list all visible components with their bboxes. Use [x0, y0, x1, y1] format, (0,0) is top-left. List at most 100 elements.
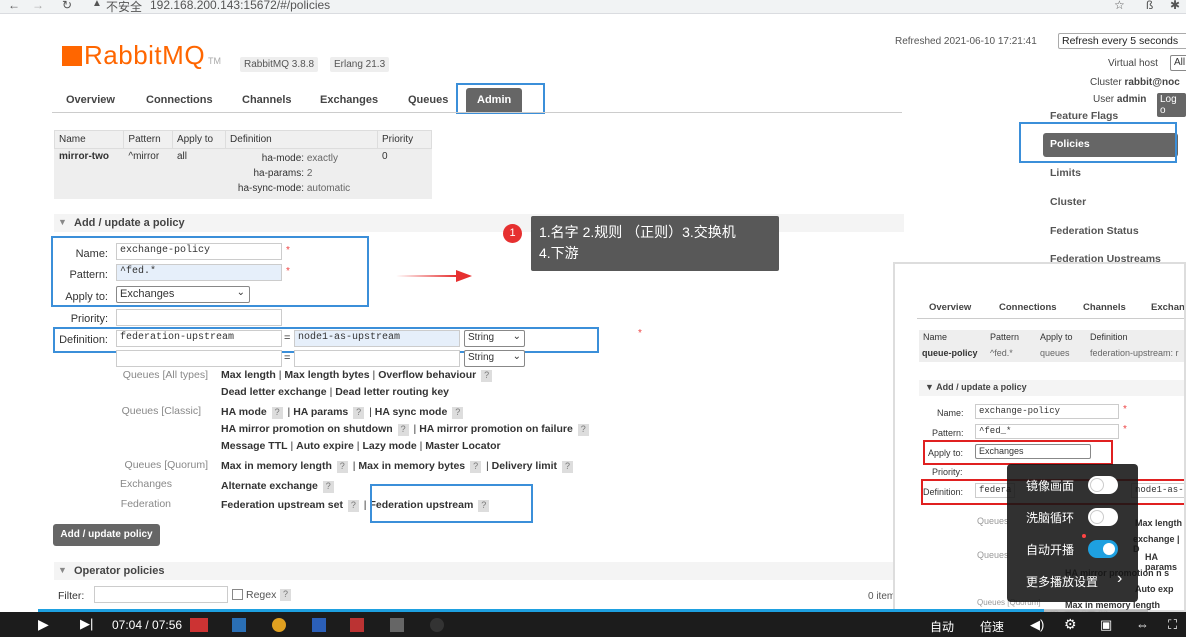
key-federation-upstream-set[interactable]: Federation upstream set [221, 499, 343, 511]
policies-table: Name Pattern Apply to Definition Priorit… [53, 130, 432, 199]
key-ha-promotion-shutdown[interactable]: HA mirror promotion on shutdown [221, 423, 393, 435]
toggle-autoplay[interactable] [1088, 540, 1118, 558]
key-ha-mode[interactable]: HA mode [221, 406, 267, 418]
toggle-loop[interactable] [1088, 508, 1118, 526]
sidebar-item-federation-status[interactable]: Federation Status [1050, 225, 1139, 237]
keys-classic-2: HA mirror promotion on shutdown ? | HA m… [221, 423, 591, 436]
priority-input[interactable] [116, 309, 282, 326]
key-max-length-bytes[interactable]: Max length bytes [284, 369, 369, 381]
reload-icon[interactable]: ↻ [62, 0, 72, 12]
forward-icon[interactable]: → [32, 0, 44, 12]
help-icon[interactable]: ? [397, 424, 409, 436]
taskbar-app-icon [232, 618, 246, 632]
key-lazy-mode[interactable]: Lazy mode [362, 440, 416, 452]
tab-connections[interactable]: Connections [146, 94, 213, 106]
url-field[interactable]: 192.168.200.143:15672/#/policies [150, 0, 330, 12]
key-ha-sync-mode[interactable]: HA sync mode [375, 406, 448, 418]
policy-name-cell[interactable]: mirror-two [53, 148, 125, 199]
menu-item-more[interactable]: 更多播放设置 [1026, 573, 1098, 590]
key-overflow-behaviour[interactable]: Overflow behaviour [378, 369, 476, 381]
help-icon[interactable]: ? [561, 461, 573, 473]
help-icon[interactable]: ? [280, 589, 291, 601]
extension-icon[interactable]: ß [1146, 0, 1153, 12]
col-definition: Definition [225, 130, 378, 149]
definition-type-select-2[interactable]: String ⌄ [464, 350, 525, 367]
taskbar-app-icon [390, 618, 404, 632]
sidebar-item-feature-flags[interactable]: Feature Flags [1050, 110, 1118, 122]
tab-queues[interactable]: Queues [408, 94, 448, 106]
help-icon[interactable]: ? [322, 481, 334, 493]
fullscreen-icon[interactable]: ⛶ [1168, 617, 1177, 633]
definition-key-input-2[interactable] [116, 350, 282, 367]
toggle-mirror[interactable] [1088, 476, 1118, 494]
pip-icon[interactable]: ▣ [1100, 617, 1112, 633]
priority-label: Priority: [70, 313, 108, 325]
sidebar-item-limits[interactable]: Limits [1050, 167, 1081, 179]
refreshed-label: Refreshed 2021-06-10 17:21:41 [895, 36, 1037, 47]
key-message-ttl[interactable]: Message TTL [221, 440, 288, 452]
help-icon[interactable]: ? [353, 407, 365, 419]
key-master-locator[interactable]: Master Locator [425, 440, 500, 452]
refresh-select[interactable]: Refresh every 5 seconds [1058, 33, 1186, 49]
help-icon[interactable]: ? [577, 424, 589, 436]
key-delivery-limit[interactable]: Delivery limit [492, 460, 557, 472]
definition-value-input-2[interactable] [294, 350, 460, 367]
filter-input[interactable] [94, 586, 228, 603]
key-ha-params[interactable]: HA params [293, 406, 348, 418]
menu-item-mirror: 镜像画面 [1026, 479, 1075, 493]
key-max-in-memory-bytes[interactable]: Max in memory bytes [358, 460, 465, 472]
help-icon[interactable]: ? [271, 407, 283, 419]
key-alternate-exchange[interactable]: Alternate exchange [221, 480, 318, 492]
policy-definition-cell: ha-mode: exactly ha-params: 2 ha-sync-mo… [225, 148, 378, 199]
puzzle-icon[interactable]: ✱ [1170, 0, 1180, 12]
key-dead-letter-exchange[interactable]: Dead letter exchange [221, 386, 327, 398]
widescreen-icon[interactable]: ⇔ [1136, 617, 1149, 632]
table-row[interactable]: mirror-two ^mirror all ha-mode: exactly … [53, 148, 432, 199]
auto-quality-button[interactable]: 自动 [930, 618, 954, 635]
key-auto-expire[interactable]: Auto expire [296, 440, 354, 452]
play-icon[interactable]: ▶ [38, 616, 49, 633]
tab-exchanges[interactable]: Exchanges [320, 94, 378, 106]
key-max-in-memory-length[interactable]: Max in memory length [221, 460, 332, 472]
tab-overview[interactable]: Overview [66, 94, 115, 106]
key-dead-letter-routing-key[interactable]: Dead letter routing key [335, 386, 449, 398]
key-ha-promotion-failure[interactable]: HA mirror promotion on failure [419, 423, 573, 435]
regex-checkbox[interactable] [232, 589, 243, 600]
star-icon[interactable]: ☆ [1114, 0, 1125, 12]
user-label: User admin [1093, 94, 1147, 105]
help-icon[interactable]: ? [481, 370, 493, 382]
chevron-right-icon: › [1117, 570, 1123, 587]
policy-pattern-cell: ^mirror [123, 148, 173, 199]
item-count: 0 item [868, 591, 896, 602]
speed-button[interactable]: 倍速 [980, 618, 1004, 635]
key-max-length[interactable]: Max length [221, 369, 276, 381]
overlay-tab-exchanges: Exchan [1151, 302, 1185, 313]
menu-item-autoplay: 自动开播 [1026, 543, 1075, 557]
next-icon[interactable]: ▶| [80, 616, 93, 632]
settings-icon[interactable]: ⚙ [1064, 616, 1077, 633]
help-icon[interactable]: ? [336, 461, 348, 473]
insecure-label: 不安全 [106, 0, 143, 14]
help-icon[interactable]: ? [470, 461, 482, 473]
add-update-policy-button[interactable]: Add / update policy [53, 524, 160, 546]
rabbit-icon [62, 46, 82, 66]
logout-button[interactable]: Log o [1157, 93, 1186, 117]
col-priority: Priority [377, 130, 432, 149]
back-icon[interactable]: ← [8, 0, 20, 12]
sidebar-item-cluster[interactable]: Cluster [1050, 196, 1086, 208]
tab-channels[interactable]: Channels [242, 94, 292, 106]
chevron-down-icon: ⌄ [512, 351, 521, 362]
policy-apply-cell: all [171, 148, 227, 199]
help-icon[interactable]: ? [347, 500, 359, 512]
qq-icon [430, 618, 444, 632]
red-arrow-icon [396, 270, 472, 282]
volume-icon[interactable]: ◀) [1030, 617, 1044, 633]
vhost-select[interactable]: All [1170, 55, 1186, 71]
help-icon[interactable]: ? [452, 407, 464, 419]
operator-policies-header[interactable]: ▼ Operator policies [54, 562, 904, 580]
annotation-number: 1 [503, 224, 522, 243]
annotation-box: 1.名字 2.规则 （正则）3.交换机 4.下游 [531, 216, 779, 271]
taskbar-app-icon [312, 618, 326, 632]
overlay-tab-overview: Overview [929, 302, 972, 313]
keys-exchanges: Alternate exchange ? [221, 480, 336, 493]
